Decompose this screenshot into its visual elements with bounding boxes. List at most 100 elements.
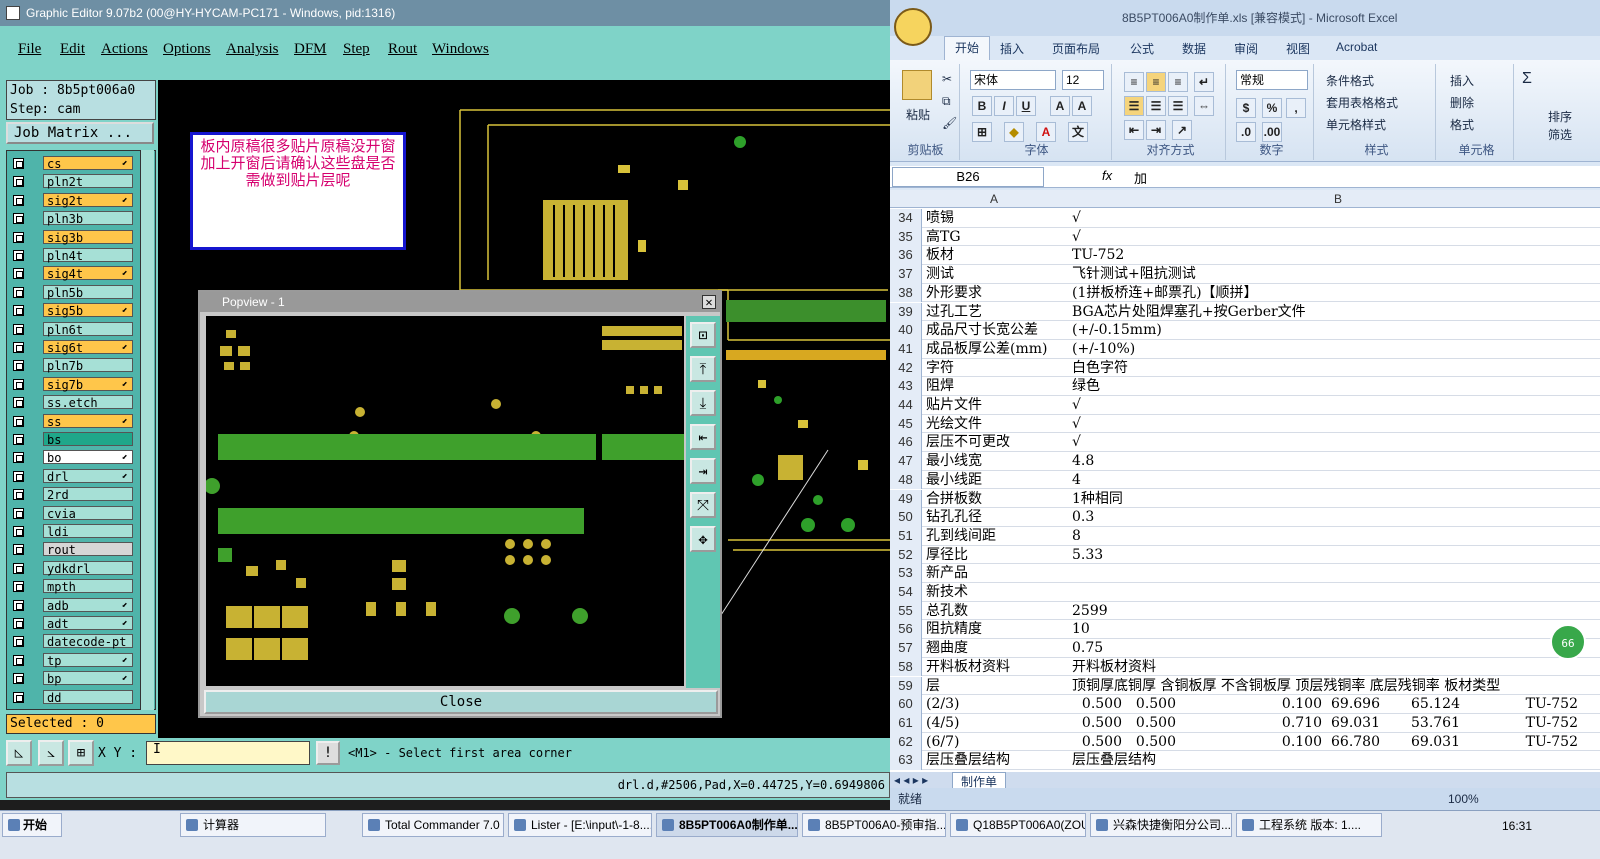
cell-b[interactable]: 0.3 [1072, 508, 1600, 526]
table-row[interactable]: 54 新技术 [890, 583, 1600, 602]
table-row[interactable]: 52 厚径比 5.33 [890, 545, 1600, 565]
table-row[interactable]: 43 阻焊 绿色 [890, 377, 1600, 396]
cell-a[interactable]: 阻抗精度 [926, 620, 1068, 638]
layer-row[interactable]: ss.etch [7, 394, 143, 410]
layer-checkbox[interactable] [13, 618, 24, 629]
layer-name[interactable]: bs [43, 432, 133, 447]
orientation-icon[interactable]: ↗ [1172, 120, 1192, 140]
align-middle-icon[interactable]: ≡ [1146, 72, 1166, 92]
cell-a[interactable]: 合拼板数 [926, 490, 1068, 508]
cell-a[interactable]: 成品尺寸长宽公差 [926, 321, 1068, 339]
cell-a[interactable]: 过孔工艺 [926, 303, 1068, 321]
layer-row[interactable]: ldi [7, 523, 143, 539]
table-row[interactable]: 58 开料板材资料 开料板材资料 [890, 657, 1600, 677]
cell-a[interactable]: 总孔数 [926, 602, 1068, 620]
row-header[interactable]: 43 [890, 377, 922, 396]
layer-name[interactable]: mpth [43, 579, 133, 594]
layer-checkbox[interactable] [13, 673, 24, 685]
cell-a[interactable]: 阻焊 [926, 377, 1068, 395]
layer-checkbox[interactable] [13, 544, 24, 556]
cell-b-value[interactable]: 53.761 [1410, 714, 1460, 732]
cell-b[interactable]: √ [1072, 433, 1600, 451]
task-yushen[interactable]: 8B5PT006A0-预审指... [802, 813, 946, 837]
decrease-indent-icon[interactable]: ⇤ [1124, 120, 1144, 140]
cell-b[interactable]: 开料板材资料 [1072, 658, 1600, 676]
bold-icon[interactable]: B [972, 96, 992, 116]
layer-name[interactable]: pln6t [43, 321, 133, 337]
comma-icon[interactable]: , [1286, 98, 1306, 118]
layer-checkbox[interactable] [13, 654, 24, 666]
layer-name[interactable]: pln7b [43, 358, 133, 373]
alert-icon[interactable]: ! [316, 741, 340, 765]
cell-a[interactable]: 开料板材资料 [926, 658, 1068, 676]
cell-b-value[interactable]: 0.100 [1254, 733, 1322, 751]
cell-b[interactable]: √ [1072, 415, 1600, 433]
table-row[interactable]: 62 (6/7) 0.500 0.500 0.100 66.780 69.031 TU-752 [890, 732, 1600, 752]
cut-icon[interactable]: ✂ [942, 72, 952, 86]
cell-b-value[interactable]: 65.124 [1410, 695, 1460, 713]
layer-checkbox[interactable] [13, 323, 24, 335]
layer-row[interactable]: dd [7, 689, 143, 705]
cell-b-value[interactable]: 0.500 [1072, 695, 1122, 713]
row-header[interactable]: 51 [890, 526, 922, 546]
menu-edit[interactable]: Edit [60, 41, 85, 58]
layer-checkbox[interactable] [13, 268, 24, 280]
layer-list-scrollbar[interactable] [140, 150, 154, 710]
decrease-decimal-icon[interactable]: .00 [1262, 122, 1282, 142]
row-header[interactable]: 59 [890, 676, 922, 696]
cell-a[interactable]: 翘曲度 [926, 639, 1068, 657]
layer-name[interactable]: adb ⬋ [43, 597, 133, 613]
table-row[interactable]: 60 (2/3) 0.500 0.500 0.100 69.696 65.124 TU-752 [890, 695, 1600, 714]
cell-a[interactable]: (6/7) [926, 733, 1068, 751]
cell-a[interactable]: 外形要求 [926, 284, 1068, 302]
row-header[interactable]: 56 [890, 620, 922, 640]
table-row[interactable]: 44 贴片文件 √ [890, 396, 1600, 415]
format-as-table-button[interactable]: 套用表格格式 [1326, 94, 1398, 111]
layer-row[interactable]: sig7b ⬋ [7, 376, 143, 392]
layer-row[interactable]: sig5b ⬋ [7, 302, 143, 318]
layer-name[interactable]: ss ⬋ [43, 413, 133, 429]
autosum-icon[interactable]: Σ [1522, 70, 1532, 88]
font-name-select[interactable]: 宋体 [970, 70, 1056, 90]
table-row[interactable]: 53 新产品 [890, 564, 1600, 583]
layer-name[interactable]: ldi [43, 524, 133, 539]
currency-icon[interactable]: $ [1236, 98, 1256, 118]
table-row[interactable]: 59 层顶铜厚底铜厚 含铜板厚 不含铜板厚 顶层残铜率 底层残铜率 板材类型 [890, 676, 1600, 696]
table-row[interactable]: 57 翘曲度 0.75 [890, 639, 1600, 658]
table-row[interactable]: 47 最小线宽 4.8 [890, 452, 1600, 471]
layer-row[interactable]: sig6t ⬋ [7, 339, 143, 355]
task-lister[interactable]: Lister - [E:\input\-1-8.... [508, 813, 652, 837]
table-row[interactable]: 34 喷锡 √ [890, 209, 1600, 228]
row-header[interactable]: 40 [890, 321, 922, 340]
layer-name[interactable]: dd [43, 689, 133, 705]
menu-analysis[interactable]: Analysis [226, 41, 279, 58]
row-header[interactable]: 37 [890, 265, 922, 284]
cell-a[interactable]: 测试 [926, 265, 1068, 283]
cell-b[interactable]: √ [1072, 228, 1600, 246]
table-row[interactable]: 45 光绘文件 √ [890, 414, 1600, 434]
cell-b[interactable]: 10 [1072, 620, 1600, 638]
layer-checkbox[interactable] [13, 562, 24, 574]
layer-row[interactable]: pln5b [7, 284, 143, 300]
cell-styles-button[interactable]: 单元格样式 [1326, 116, 1386, 133]
row-header[interactable]: 34 [890, 209, 922, 228]
row-header[interactable]: 44 [890, 396, 922, 415]
layer-row[interactable]: mpth [7, 578, 143, 594]
task-xingsen[interactable]: 兴森快捷衡阳分公司... [1090, 813, 1232, 837]
cell-b-value[interactable]: 0.100 [1254, 695, 1322, 713]
cell-b-value[interactable]: 0.500 [1072, 733, 1122, 751]
cell-a[interactable]: 贴片文件 [926, 396, 1068, 414]
name-box[interactable]: B26 [892, 167, 1044, 187]
table-row[interactable]: 41 成品板厚公差(mm) (+/-10%) [890, 339, 1600, 359]
layer-checkbox[interactable] [13, 415, 24, 427]
zoom-level[interactable]: 100% [1448, 788, 1479, 810]
cell-a[interactable]: 字符 [926, 359, 1068, 377]
insert-function-icon[interactable]: fx [1102, 168, 1112, 183]
layer-name[interactable]: sig4t ⬋ [43, 266, 133, 281]
task-engineering-system[interactable]: 工程系统 版本: 1.... [1236, 813, 1382, 837]
layer-row[interactable]: sig4t ⬋ [7, 265, 143, 281]
layer-row[interactable]: tp ⬋ [7, 652, 143, 668]
layer-name[interactable]: 2rd [43, 487, 133, 502]
layer-checkbox[interactable] [13, 452, 24, 464]
cell-b[interactable]: 2599 [1072, 602, 1600, 620]
